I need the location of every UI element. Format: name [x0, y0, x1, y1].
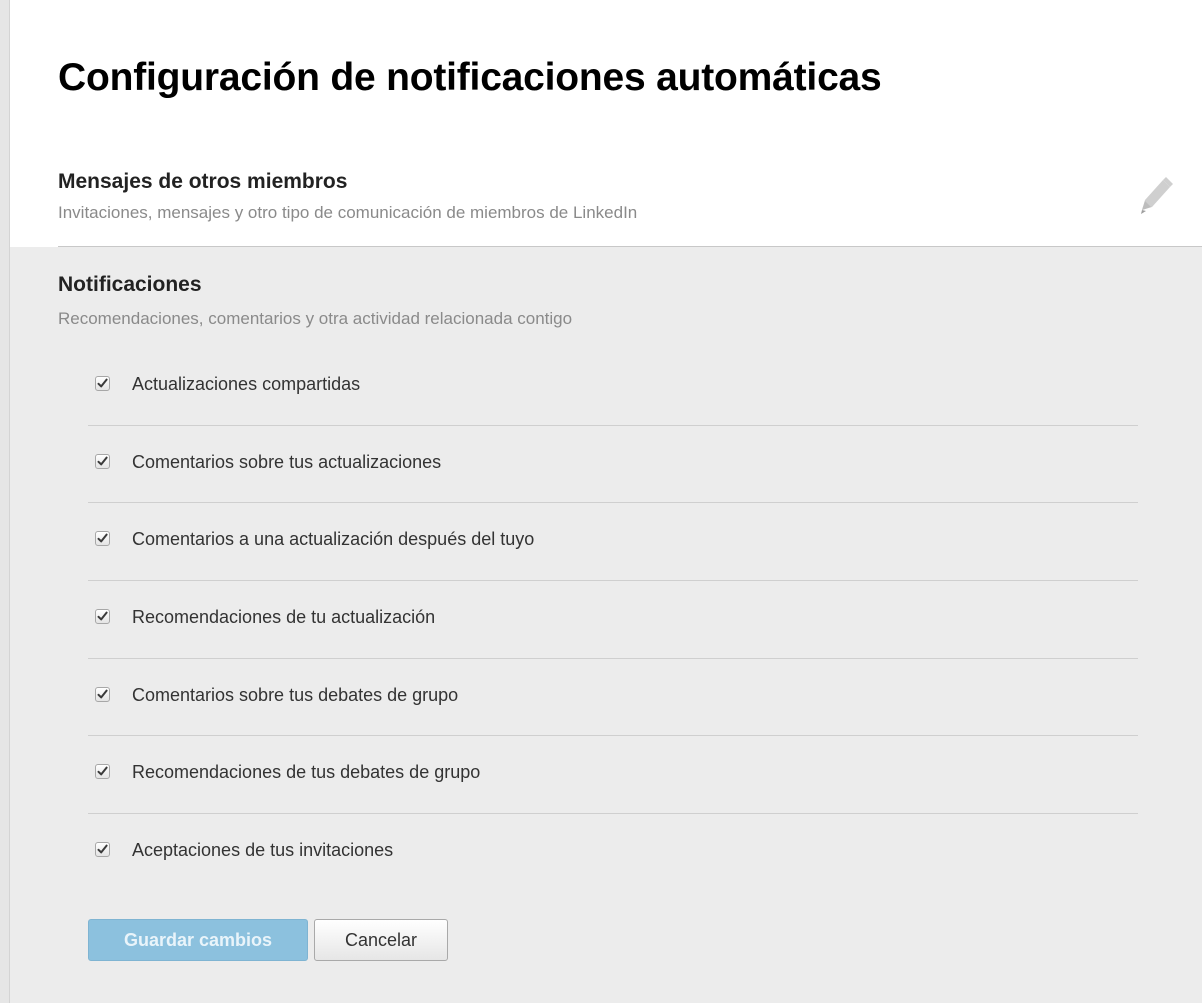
cancel-button[interactable]: Cancelar [314, 919, 448, 961]
messages-header-area: Configuración de notificaciones automáti… [10, 0, 1202, 247]
checkbox[interactable] [95, 376, 110, 391]
notification-options-list: Actualizaciones compartidas Comentarios … [88, 348, 1138, 892]
notifications-section-title: Notificaciones [58, 273, 202, 296]
notification-option: Comentarios sobre tus debates de grupo [88, 659, 1138, 737]
option-label[interactable]: Comentarios a una actualización después … [132, 529, 534, 550]
option-label[interactable]: Actualizaciones compartidas [132, 374, 360, 395]
messages-section-description: Invitaciones, mensajes y otro tipo de co… [58, 203, 638, 222]
checkbox[interactable] [95, 453, 110, 469]
pencil-icon[interactable] [1133, 172, 1173, 218]
notification-option: Recomendaciones de tu actualización [88, 581, 1138, 659]
notification-option: Recomendaciones de tus debates de grupo [88, 736, 1138, 815]
checkbox[interactable] [95, 764, 110, 780]
messages-section-title: Mensajes de otros miembros [58, 170, 348, 193]
settings-page: Configuración de notificaciones automáti… [0, 0, 1202, 1003]
checkbox[interactable] [95, 531, 110, 547]
checkbox[interactable] [95, 609, 110, 625]
notifications-panel: Notificaciones Recomendaciones, comentar… [10, 247, 1202, 1003]
page-title: Configuración de notificaciones automáti… [58, 56, 882, 99]
save-button[interactable]: Guardar cambios [88, 919, 308, 961]
option-label[interactable]: Recomendaciones de tu actualización [132, 607, 435, 628]
notification-option: Comentarios sobre tus actualizaciones [88, 426, 1138, 504]
checkbox[interactable] [95, 686, 110, 702]
notification-option: Actualizaciones compartidas [88, 348, 1138, 426]
option-label[interactable]: Comentarios sobre tus debates de grupo [132, 685, 458, 706]
left-border [0, 0, 10, 1003]
option-label[interactable]: Comentarios sobre tus actualizaciones [132, 452, 441, 473]
notification-option: Comentarios a una actualización después … [88, 503, 1138, 582]
checkbox[interactable] [95, 842, 110, 858]
notification-option: Aceptaciones de tus invitaciones [88, 814, 1138, 892]
option-label[interactable]: Recomendaciones de tus debates de grupo [132, 762, 480, 783]
option-label[interactable]: Aceptaciones de tus invitaciones [132, 840, 393, 861]
notifications-section-description: Recomendaciones, comentarios y otra acti… [58, 309, 573, 328]
